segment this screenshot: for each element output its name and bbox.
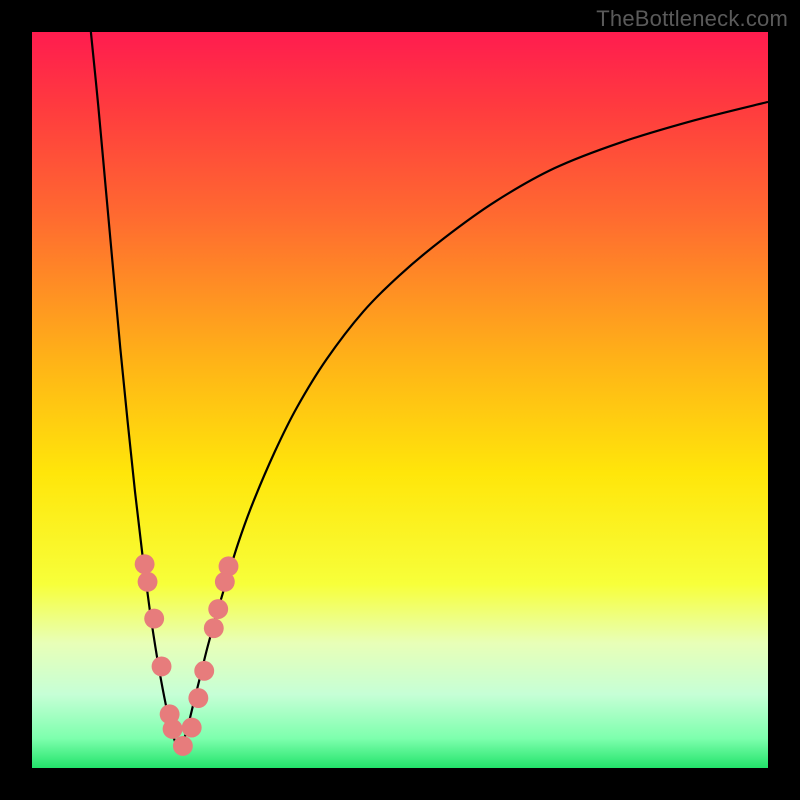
fit-bead [138, 572, 158, 592]
fit-bead [204, 618, 224, 638]
plot-area [32, 32, 768, 768]
heat-background [32, 32, 768, 768]
fit-bead [219, 556, 239, 576]
fit-bead [208, 599, 228, 619]
watermark-text: TheBottleneck.com [596, 6, 788, 32]
chart-svg [32, 32, 768, 768]
fit-bead [182, 718, 202, 738]
fit-bead [194, 661, 214, 681]
fit-bead [173, 736, 193, 756]
fit-bead [152, 656, 172, 676]
fit-bead [163, 719, 183, 739]
chart-frame: TheBottleneck.com [0, 0, 800, 800]
fit-bead [188, 688, 208, 708]
fit-bead [144, 609, 164, 629]
fit-bead [135, 554, 155, 574]
